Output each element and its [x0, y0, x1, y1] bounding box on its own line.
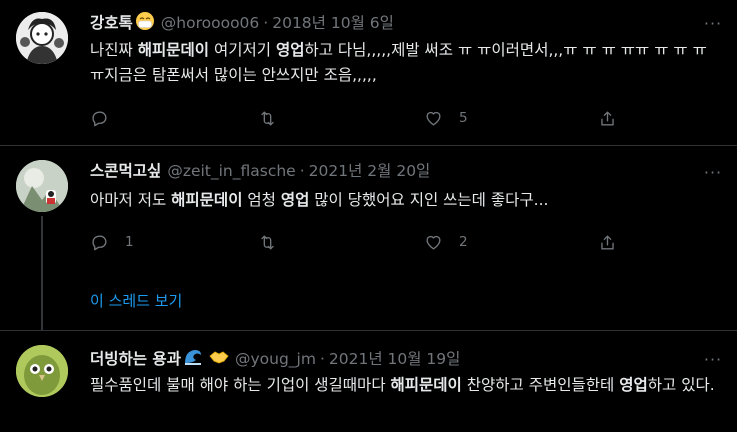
display-name[interactable]: 강호톡	[90, 14, 133, 32]
display-name[interactable]: 더빙하는 용과	[90, 350, 181, 368]
reply-button[interactable]	[90, 108, 125, 128]
retweet-button[interactable]	[258, 232, 293, 252]
tweet-2[interactable]: 스콘먹고싶 @zeit_in_flasche · 2021년 2월 20일 ··· 아…	[0, 146, 737, 330]
avatar[interactable]	[16, 12, 68, 64]
tweet-date[interactable]: 2018년 10월 6일	[272, 14, 394, 32]
more-options-button[interactable]: ···	[701, 162, 725, 182]
share-icon	[601, 234, 614, 250]
tweet-text: 아마저 저도 해피문데이 엄청 영업 많이 당했어요 지인 쓰는데 좋다구...	[90, 191, 549, 209]
mask-face-emoji-icon	[135, 11, 155, 37]
avatar[interactable]	[16, 345, 68, 397]
tweet-header: 스콘먹고싶 @zeit_in_flasche · 2021년 2월 20일	[90, 160, 430, 182]
like-count: 2	[459, 234, 468, 250]
tweet-1[interactable]: 강호톡 @horoooo06 · 2018년 10월 6일 ··· 나진짜 해피문데이…	[0, 0, 737, 145]
thread-connector	[41, 216, 43, 330]
wave-emoji-icon	[183, 347, 203, 373]
avatar-photo-icon	[16, 160, 68, 212]
like-count: 5	[459, 110, 468, 126]
tweet-date[interactable]: 2021년 10월 19일	[329, 350, 461, 368]
tweet-date[interactable]: 2021년 2월 20일	[309, 162, 431, 180]
separator-dot: ·	[263, 14, 269, 32]
like-button[interactable]: 2	[424, 232, 468, 252]
separator-dot: ·	[319, 350, 325, 368]
like-button[interactable]: 5	[424, 108, 468, 128]
separator-dot: ·	[299, 162, 305, 180]
handshake-emoji-icon	[209, 347, 229, 373]
tweet-header: 강호톡 @horoooo06 · 2018년 10월 6일	[90, 11, 394, 33]
more-options-button[interactable]: ···	[701, 349, 725, 369]
heart-icon	[426, 235, 441, 250]
share-icon	[601, 110, 614, 126]
user-handle[interactable]: @zeit_in_flasche	[167, 162, 295, 180]
tweet-header: 더빙하는 용과 @youg_jm · 2021년 10월 19일	[90, 347, 460, 369]
heart-icon	[426, 111, 441, 126]
avatar[interactable]	[16, 160, 68, 212]
retweet-button[interactable]	[258, 108, 293, 128]
display-name[interactable]: 스콘먹고싶	[90, 162, 161, 180]
show-thread-link[interactable]: 이 스레드 보기	[90, 290, 182, 311]
reply-button[interactable]: 1	[90, 232, 134, 252]
retweet-icon	[261, 234, 274, 250]
reply-icon	[92, 234, 107, 250]
tweet-3[interactable]: 더빙하는 용과 @youg_jm · 2021년 10월 19일 ··· 필수품인데 …	[0, 331, 737, 432]
tweet-actions: 1 2	[90, 232, 650, 252]
share-button[interactable]	[598, 232, 633, 252]
avatar-illustration-icon	[16, 12, 68, 64]
reply-count: 1	[125, 234, 134, 250]
tweet-text: 필수품인데 불매 해야 하는 기업이 생길때마다 해피문데이 찬양하고 주변인들…	[90, 376, 715, 394]
tweet-text: 나진짜 해피문데이 여기저기 영업하고 다님,,,,,제발 써조 ㅠ ㅠ이러면서…	[90, 41, 707, 84]
reply-icon	[92, 110, 107, 126]
user-handle[interactable]: @youg_jm	[235, 350, 316, 368]
share-button[interactable]	[598, 108, 633, 128]
avatar-parrot-icon	[16, 345, 68, 397]
retweet-icon	[261, 110, 274, 126]
tweet-actions: 5	[90, 108, 650, 128]
more-options-button[interactable]: ···	[701, 13, 725, 33]
user-handle[interactable]: @horoooo06	[161, 14, 260, 32]
